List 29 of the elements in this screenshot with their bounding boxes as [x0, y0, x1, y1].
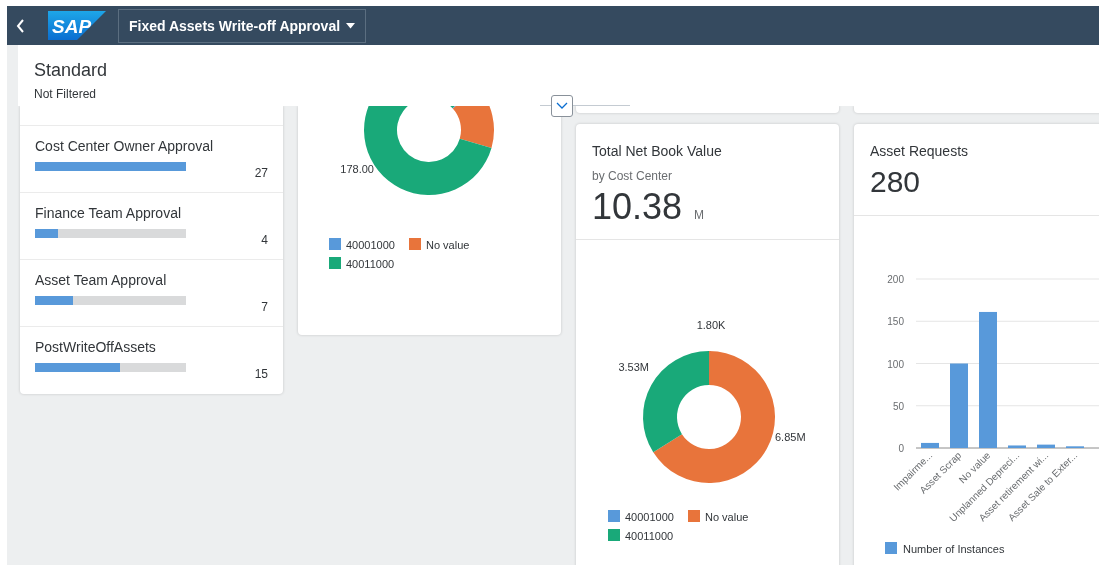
count-value: 15 [254, 367, 268, 381]
axis-tick-label: 150 [887, 316, 904, 328]
kpi-unit: M [694, 208, 705, 222]
approval-step-label: Asset Team Approval [35, 271, 168, 289]
count-value: 4 [261, 233, 268, 247]
approval-step-label: Finance Team Approval [35, 204, 183, 222]
approval-step-label: PostWriteOffAssets [35, 338, 157, 356]
kpi-value: 10.38 [592, 185, 683, 229]
legend-label: No value [426, 239, 470, 251]
axis-tick-label: 0 [898, 443, 904, 454]
filter-status: Not Filtered [34, 87, 98, 101]
approval-step-label: Cost Center Owner Approval [35, 137, 215, 155]
legend-label: 40001000 [346, 239, 395, 251]
data-label: 3.53M [618, 361, 649, 373]
card-subtitle: by Cost Center [592, 169, 674, 183]
kpi-value: 280 [870, 164, 921, 200]
legend-label: 40011000 [625, 530, 674, 542]
axis-tick-label: 200 [887, 274, 904, 285]
count-value: 7 [261, 300, 268, 314]
legend-label: Number of Instances [903, 543, 1005, 555]
legend-label: 40001000 [625, 511, 674, 523]
legend-label: 40011000 [346, 258, 395, 270]
legend-label: No value [705, 511, 749, 523]
axis-tick-label: 50 [892, 400, 904, 412]
data-label: 6.85M [775, 431, 806, 443]
data-label: 178.00 [340, 163, 374, 175]
data-label: 1.80K [696, 319, 726, 331]
count-value: 27 [254, 166, 268, 180]
axis-tick-label: 100 [887, 358, 904, 370]
